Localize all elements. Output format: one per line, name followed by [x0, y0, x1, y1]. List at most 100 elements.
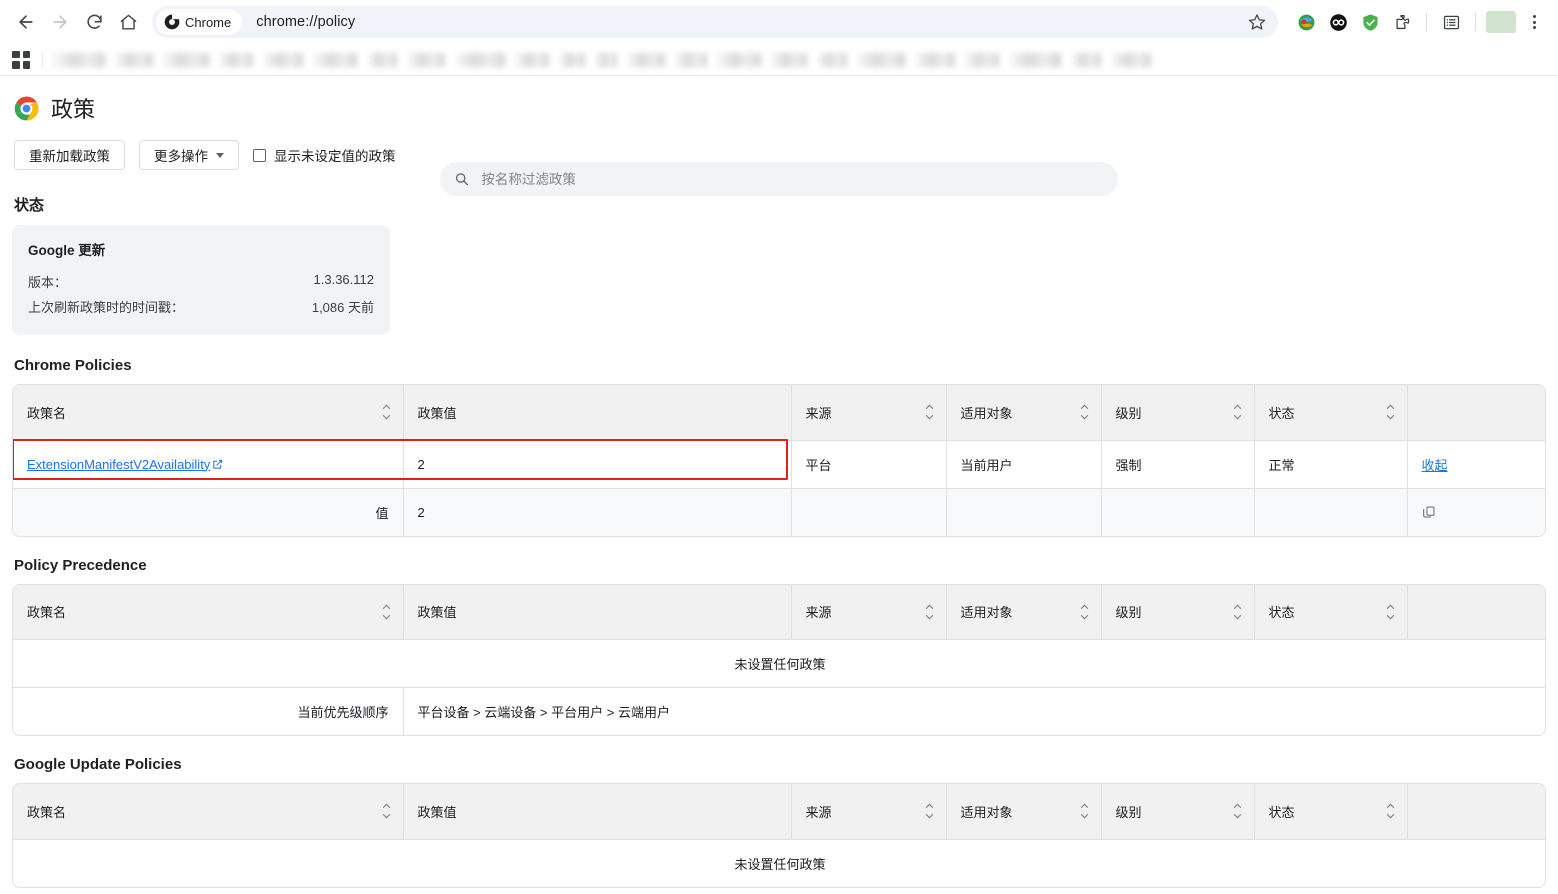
bookmark-item[interactable]	[1071, 53, 1101, 67]
sort-arrows-icon[interactable]	[1233, 405, 1242, 420]
bookmark-item[interactable]	[857, 53, 905, 67]
column-header-applies-to[interactable]: 适用对象	[946, 385, 1101, 440]
chrome-policies-section: Chrome Policies 政策名	[0, 335, 1558, 537]
bookmark-item[interactable]	[817, 53, 847, 67]
chrome-policies-heading: Chrome Policies	[0, 357, 1558, 374]
column-header-level[interactable]: 级别	[1101, 385, 1254, 440]
infinity-extension-icon[interactable]	[1324, 8, 1352, 36]
bookmark-item[interactable]	[407, 53, 445, 67]
policy-source-cell: 平台	[791, 440, 946, 488]
forward-button[interactable]	[44, 6, 76, 38]
address-bar[interactable]: Chrome chrome://policy	[152, 6, 1278, 38]
bookmark-item[interactable]	[559, 53, 585, 67]
expanded-value-label: 值	[13, 488, 403, 536]
bookmark-item[interactable]	[1009, 53, 1061, 67]
shield-adblock-icon[interactable]	[1356, 8, 1384, 36]
policy-name-link[interactable]: ExtensionManifestV2Availability	[27, 457, 223, 472]
policy-name-cell[interactable]: ExtensionManifestV2Availability	[13, 440, 403, 488]
copy-value-cell[interactable]	[1407, 488, 1546, 536]
policy-action-cell[interactable]: 收起	[1407, 440, 1546, 488]
toolbar-divider	[1426, 13, 1427, 31]
column-label: 状态	[1269, 406, 1295, 421]
column-header-actions	[1407, 784, 1546, 839]
sort-arrows-icon[interactable]	[1386, 405, 1395, 420]
sort-arrows-icon[interactable]	[382, 604, 391, 619]
sort-arrows-icon[interactable]	[925, 604, 934, 619]
column-header-value[interactable]: 政策值	[403, 784, 791, 839]
sort-arrows-icon[interactable]	[382, 804, 391, 819]
column-header-value[interactable]: 政策值	[403, 385, 791, 440]
column-header-value[interactable]: 政策值	[403, 585, 791, 640]
sort-arrows-icon[interactable]	[1233, 604, 1242, 619]
bookmark-star-button[interactable]	[1242, 7, 1272, 37]
copy-icon[interactable]	[1422, 505, 1436, 519]
column-header-applies-to[interactable]: 适用对象	[946, 585, 1101, 640]
table-header-row: 政策名 政策值 来源	[13, 585, 1546, 640]
list-panel-icon	[1442, 13, 1461, 32]
show-unset-policies-toggle[interactable]: 显示未设定值的政策	[253, 145, 396, 165]
omnibox-url-text: chrome://policy	[256, 14, 355, 30]
sort-arrows-icon[interactable]	[1386, 804, 1395, 819]
column-header-name[interactable]: 政策名	[13, 585, 403, 640]
bookmark-item[interactable]	[515, 53, 549, 67]
more-actions-label: 更多操作	[154, 145, 208, 165]
apps-grid-icon[interactable]	[12, 51, 30, 69]
bookmark-item[interactable]	[313, 53, 357, 67]
bookmark-item[interactable]	[115, 53, 153, 67]
collapse-link[interactable]: 收起	[1422, 458, 1448, 473]
bookmark-item[interactable]	[1111, 53, 1151, 67]
empty-state-row: 未设置任何政策	[13, 640, 1546, 688]
bookmark-item[interactable]	[455, 53, 505, 67]
sort-arrows-icon[interactable]	[382, 405, 391, 420]
three-dot-menu-icon[interactable]	[1520, 8, 1548, 36]
back-button[interactable]	[10, 6, 42, 38]
more-actions-button[interactable]: 更多操作	[139, 140, 239, 170]
column-header-status[interactable]: 状态	[1254, 585, 1407, 640]
column-header-source[interactable]: 来源	[791, 385, 946, 440]
reading-list-icon[interactable]	[1437, 8, 1465, 36]
policy-search[interactable]	[440, 162, 1118, 196]
column-header-source[interactable]: 来源	[791, 585, 946, 640]
sort-arrows-icon[interactable]	[925, 405, 934, 420]
column-header-name[interactable]: 政策名	[13, 784, 403, 839]
precedence-row: 当前优先级顺序 平台设备 > 云端设备 > 平台用户 > 云端用户	[13, 688, 1546, 736]
bookmark-item[interactable]	[163, 53, 209, 67]
bookmark-item[interactable]	[367, 53, 397, 67]
column-header-name[interactable]: 政策名	[13, 385, 403, 440]
bookmark-item[interactable]	[219, 53, 253, 67]
sort-arrows-icon[interactable]	[1386, 604, 1395, 619]
column-header-source[interactable]: 来源	[791, 784, 946, 839]
puzzle-icon	[1393, 13, 1412, 32]
idm-download-icon[interactable]	[1292, 8, 1320, 36]
bookmark-item[interactable]	[595, 53, 617, 67]
bookmark-item[interactable]	[915, 53, 955, 67]
puzzle-extensions-icon[interactable]	[1388, 8, 1416, 36]
table-row[interactable]: ExtensionManifestV2Availability 2 平台 当前用…	[13, 440, 1546, 488]
bookmark-item[interactable]	[675, 53, 707, 67]
bookmark-item[interactable]	[53, 53, 105, 67]
bookmark-item[interactable]	[627, 53, 665, 67]
sort-arrows-icon[interactable]	[1233, 804, 1242, 819]
bookmark-item[interactable]	[263, 53, 303, 67]
sort-arrows-icon[interactable]	[1080, 405, 1089, 420]
column-header-applies-to[interactable]: 适用对象	[946, 784, 1101, 839]
sort-arrows-icon[interactable]	[1080, 804, 1089, 819]
bookmark-item[interactable]	[965, 53, 999, 67]
bookmark-item[interactable]	[717, 53, 761, 67]
policy-precedence-section: Policy Precedence 政策名	[0, 537, 1558, 737]
bookmark-item[interactable]	[771, 53, 807, 67]
home-button[interactable]	[112, 6, 144, 38]
home-icon	[119, 13, 138, 32]
search-input[interactable]	[481, 172, 1104, 187]
avatar[interactable]	[1486, 11, 1516, 33]
column-header-status[interactable]: 状态	[1254, 385, 1407, 440]
reload-policies-button[interactable]: 重新加载政策	[14, 140, 125, 170]
column-header-status[interactable]: 状态	[1254, 784, 1407, 839]
reload-button[interactable]	[78, 6, 110, 38]
sort-arrows-icon[interactable]	[1080, 604, 1089, 619]
column-header-level[interactable]: 级别	[1101, 585, 1254, 640]
column-header-level[interactable]: 级别	[1101, 784, 1254, 839]
bookmark-items-blurred[interactable]	[53, 49, 1161, 71]
sort-arrows-icon[interactable]	[925, 804, 934, 819]
show-unset-checkbox[interactable]	[253, 149, 266, 162]
